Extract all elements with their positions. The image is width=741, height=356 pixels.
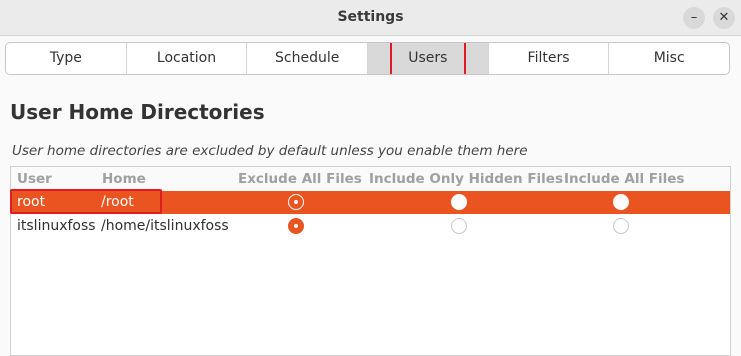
include-hidden-radio[interactable] [451, 194, 467, 210]
tab-filters[interactable]: Filters [489, 43, 610, 74]
title-bar: Settings – ✕ [0, 0, 741, 36]
window-title: Settings [337, 9, 404, 25]
tab-type[interactable]: Type [6, 43, 127, 74]
user-cell: root [17, 194, 46, 210]
tab-label: Users [389, 43, 466, 74]
tab-label: Filters [527, 50, 570, 66]
user-cell: itslinuxfoss [17, 218, 96, 234]
tab-label: Schedule [275, 50, 340, 66]
table-header: User Home Exclude All Files Include Only… [11, 167, 730, 191]
column-header-include-hidden[interactable]: Include Only Hidden Files [369, 171, 563, 187]
tab-schedule[interactable]: Schedule [247, 43, 369, 74]
section-note: User home directories are excluded by de… [12, 143, 528, 159]
tab-label: Type [49, 50, 82, 66]
include-all-radio[interactable] [613, 218, 629, 234]
users-table: User Home Exclude All Files Include Only… [10, 166, 731, 356]
column-header-exclude-all[interactable]: Exclude All Files [238, 171, 362, 187]
table-row[interactable]: itslinuxfoss /home/itslinuxfoss [11, 215, 730, 238]
tab-label: Location [156, 50, 217, 66]
include-hidden-radio[interactable] [451, 218, 467, 234]
include-all-radio[interactable] [613, 194, 629, 210]
tab-location[interactable]: Location [127, 43, 248, 74]
exclude-all-radio[interactable] [288, 194, 304, 210]
tab-label: Misc [653, 50, 685, 66]
column-header-include-all[interactable]: Include All Files [564, 171, 684, 187]
column-header-home[interactable]: Home [102, 171, 146, 187]
section-title: User Home Directories [10, 100, 265, 124]
home-cell: /root [101, 194, 134, 210]
home-cell: /home/itslinuxfoss [101, 218, 229, 234]
exclude-all-radio[interactable] [288, 218, 304, 234]
minimize-icon[interactable]: – [683, 7, 705, 29]
table-row[interactable]: root /root [10, 189, 730, 214]
tab-misc[interactable]: Misc [609, 43, 729, 74]
column-header-user[interactable]: User [17, 171, 52, 187]
close-icon[interactable]: ✕ [713, 7, 735, 29]
tab-bar: Type Location Schedule Users Filters Mis… [5, 42, 730, 75]
tab-users[interactable]: Users [368, 43, 489, 74]
